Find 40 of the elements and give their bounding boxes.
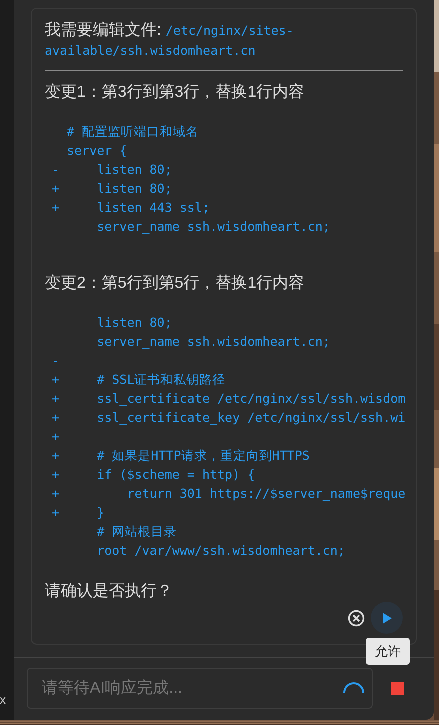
diff-marker: + <box>52 448 60 463</box>
code-line: server_name ssh.wisdomheart.cn; <box>96 333 330 351</box>
code-line: listen 80; <box>96 180 172 198</box>
change-title: 变更2：第5行到第5行，替换1行内容 <box>45 274 306 294</box>
stop-button[interactable] <box>390 682 404 695</box>
diff-marker: + <box>52 372 60 387</box>
cancel-icon[interactable] <box>348 610 365 626</box>
code-line: ssl_certificate_key /etc/nginx/ssl/ssh.wi <box>96 409 406 427</box>
code-line: return 301 https://$server_name$reque <box>126 485 406 503</box>
code-line: ssl_certificate /etc/nginx/ssl/ssh.wisdom <box>96 390 406 408</box>
code-line: } <box>96 504 105 522</box>
code-line: listen 443 ssl; <box>96 199 210 217</box>
diff-marker: + <box>52 391 60 406</box>
file-intro: 我需要编辑文件: /etc/nginx/sites-available/ssh.wisdomheart.cn <box>45 21 295 60</box>
play-icon <box>382 612 392 624</box>
diff-marker: + <box>52 467 60 482</box>
diff-marker: + <box>52 429 60 444</box>
code-line: server_name ssh.wisdomheart.cn; <box>96 218 330 236</box>
code-line: listen 80; <box>96 161 172 179</box>
diff-marker: + <box>52 181 60 196</box>
code-line: listen 80; <box>96 314 172 332</box>
diff-marker: - <box>52 162 60 177</box>
code-line: server { <box>67 142 128 160</box>
diff-marker: + <box>52 505 60 520</box>
code-line: root /var/www/ssh.wisdomheart.cn; <box>96 542 346 560</box>
tooltip: 允许 <box>366 638 410 665</box>
code-line: # 如果是HTTP请求，重定向到HTTPS <box>96 447 310 465</box>
loading-spinner-icon <box>343 682 365 694</box>
change-title: 变更1：第3行到第3行，替换1行内容 <box>45 83 306 103</box>
code-line: # 网站根目录 <box>96 523 178 541</box>
code-line: # 配置监听端口和域名 <box>67 123 200 141</box>
diff-marker: + <box>52 486 60 501</box>
side-text: x <box>0 694 7 706</box>
diff-marker: + <box>52 200 60 215</box>
run-button[interactable] <box>371 602 403 634</box>
diff-marker: + <box>52 410 60 425</box>
code-line: # SSL证书和私钥路径 <box>96 371 226 389</box>
diff-marker: - <box>52 353 60 368</box>
confirm-question: 请确认是否执行？ <box>45 582 174 602</box>
code-line: if ($scheme = http) { <box>96 466 256 484</box>
